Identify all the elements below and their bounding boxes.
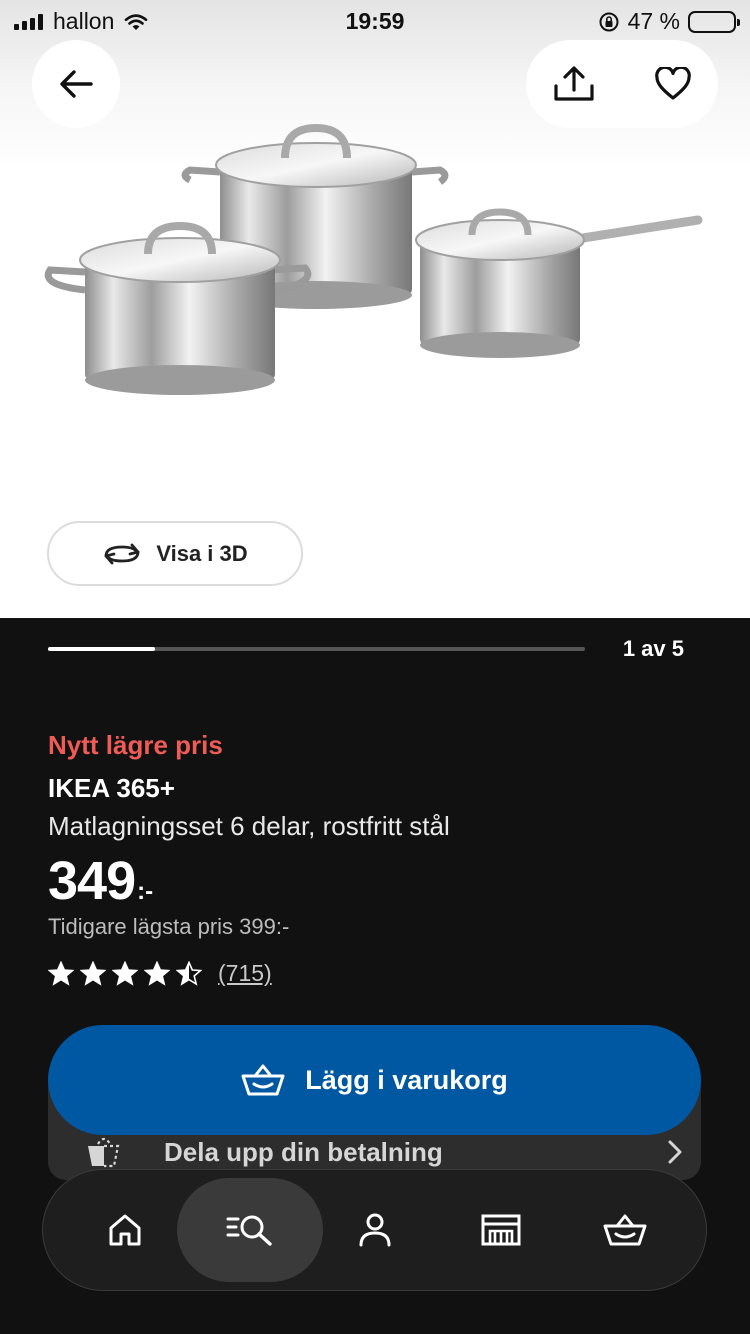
- gallery-pager: 1 av 5: [622, 636, 684, 661]
- split-payment-row[interactable]: Dela upp din betalning: [84, 1134, 684, 1170]
- rating[interactable]: (715): [48, 960, 272, 987]
- orientation-lock-icon: [599, 12, 619, 31]
- basket-icon: [241, 1064, 285, 1096]
- back-button[interactable]: [32, 40, 120, 128]
- tab-search[interactable]: [177, 1178, 323, 1282]
- new-lower-price-badge: Nytt lägre pris: [48, 730, 223, 760]
- saucepan: [415, 208, 703, 358]
- tab-stores[interactable]: [441, 1178, 561, 1282]
- star-icon: [80, 960, 106, 986]
- battery-icon: [688, 10, 740, 33]
- rating-stars: [48, 960, 202, 987]
- arrow-left-icon: [60, 70, 93, 98]
- search-list-icon: [226, 1215, 272, 1246]
- previous-price: Tidigare lägsta pris 399:-: [48, 914, 290, 939]
- tab-cart[interactable]: [565, 1178, 685, 1282]
- product-description: Matlagningsset 6 delar, rostfritt stål: [48, 811, 450, 841]
- bottom-tab-bar: [42, 1169, 707, 1291]
- price-amount: 349: [48, 851, 136, 911]
- store-icon: [481, 1214, 521, 1246]
- medium-pot: [44, 221, 312, 395]
- gallery-progress: [48, 647, 585, 651]
- review-count-link[interactable]: (715): [218, 960, 272, 987]
- tab-profile[interactable]: [315, 1178, 435, 1282]
- split-payment-label: Dela upp din betalning: [164, 1136, 443, 1167]
- add-to-cart-button[interactable]: Lägg i varukorg: [48, 1025, 701, 1135]
- heart-icon[interactable]: [654, 67, 692, 101]
- cookware-set-image[interactable]: [40, 120, 710, 410]
- home-icon: [109, 1214, 141, 1246]
- battery-percent: 47 %: [627, 8, 680, 34]
- cart-basket-icon: [603, 1214, 647, 1246]
- status-right: 47 %: [598, 8, 740, 35]
- share-icon[interactable]: [552, 66, 596, 102]
- tab-home[interactable]: [65, 1178, 185, 1282]
- star-icon: [176, 960, 202, 986]
- gallery-progress-fill: [48, 647, 156, 651]
- person-icon: [359, 1213, 391, 1247]
- add-to-cart-label: Lägg i varukorg: [305, 1064, 508, 1095]
- star-icon: [112, 960, 138, 986]
- star-icon: [48, 960, 74, 986]
- price: 349 :-: [48, 850, 153, 912]
- share-favorite-group: [526, 40, 718, 128]
- rotate-3d-icon: [104, 543, 140, 564]
- status-bar: hallon 19:59 47 %: [0, 0, 750, 42]
- view-3d-button[interactable]: Visa i 3D: [47, 521, 303, 586]
- chevron-right-icon: [668, 1140, 682, 1164]
- price-suffix: :-: [137, 878, 154, 905]
- view-3d-label: Visa i 3D: [156, 540, 248, 566]
- split-payment-icon: [88, 1137, 120, 1168]
- product-name: IKEA 365+: [48, 773, 175, 803]
- star-icon: [144, 960, 170, 986]
